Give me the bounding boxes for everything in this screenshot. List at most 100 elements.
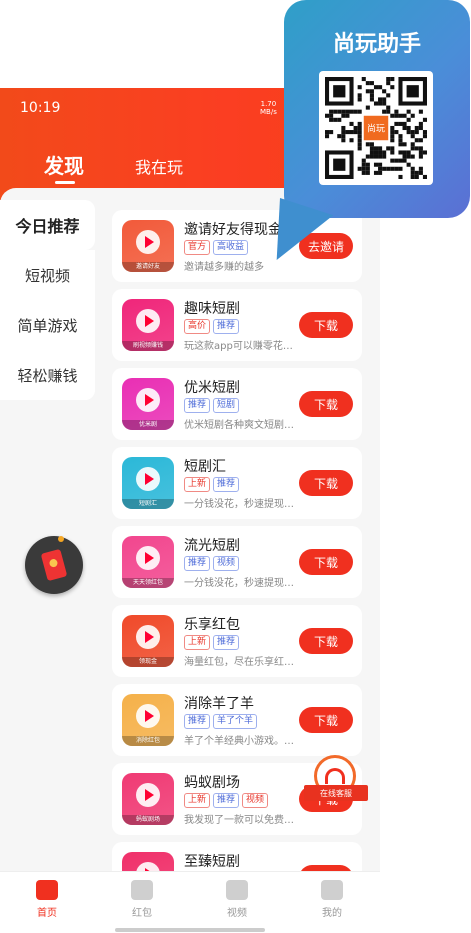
qr-module xyxy=(365,154,370,159)
play-icon xyxy=(136,467,160,491)
app-tag: 推荐 xyxy=(213,477,240,492)
qr-module xyxy=(414,138,419,143)
qr-module xyxy=(353,130,358,135)
qr-module xyxy=(349,138,354,143)
download-button[interactable]: 下载 xyxy=(299,628,353,654)
qr-module xyxy=(410,170,415,175)
app-icon-caption: 短剧汇 xyxy=(122,499,174,509)
qr-module xyxy=(357,130,362,135)
tab-discover[interactable]: 发现 xyxy=(44,150,84,179)
app-card[interactable]: 刷视频赚钱 趣味短剧 高价 推荐 玩这款app可以赚零花… 下载 xyxy=(112,289,362,361)
qr-finder xyxy=(406,85,419,98)
qr-module xyxy=(337,109,342,114)
qr-module xyxy=(365,81,370,86)
qr-module xyxy=(373,170,379,175)
qr-module xyxy=(406,117,411,122)
status-net-speed: 1.70 MB/s xyxy=(260,100,277,116)
qr-module xyxy=(373,150,379,155)
qr-module xyxy=(390,134,395,139)
nav-item-user[interactable]: 我的 xyxy=(302,880,362,919)
qr-module xyxy=(373,101,379,106)
category-easy-earn[interactable]: 轻松赚钱 xyxy=(0,350,95,400)
qr-module xyxy=(386,93,391,98)
qr-module xyxy=(333,109,338,114)
qr-module xyxy=(386,166,391,171)
nav-item-home[interactable]: 首页 xyxy=(17,880,77,919)
app-card[interactable]: 短剧汇 短剧汇 上新 推荐 一分钱没花，秒速提现… 下载 xyxy=(112,447,362,519)
app-icon-caption: 刷视频赚钱 xyxy=(122,341,174,351)
app-icon[interactable]: 消除红包 xyxy=(122,694,174,746)
category-simple-games[interactable]: 简单游戏 xyxy=(0,300,95,350)
nav-item-video[interactable]: 视频 xyxy=(207,880,267,919)
qr-module xyxy=(418,150,423,155)
download-button[interactable]: 下载 xyxy=(299,707,353,733)
qr-module xyxy=(365,142,370,147)
app-icon[interactable]: 刷视频赚钱 xyxy=(122,299,174,351)
qr-module xyxy=(373,85,379,90)
category-group: 短视频 简单游戏 轻松赚钱 xyxy=(0,250,95,400)
qr-module xyxy=(418,166,423,171)
app-icon[interactable]: 邀请好友 xyxy=(122,220,174,272)
qr-module xyxy=(353,125,358,131)
app-card[interactable]: 消除红包 消除羊了羊 推荐 羊了个羊 羊了个羊经典小游戏。… 下载 xyxy=(112,684,362,756)
download-button[interactable]: 下载 xyxy=(299,470,353,496)
floating-red-packet-button[interactable] xyxy=(25,536,83,594)
app-description: 羊了个羊经典小游戏。… xyxy=(184,736,294,747)
qr-module xyxy=(410,134,415,139)
qr-module xyxy=(386,146,391,151)
play-icon xyxy=(136,546,160,570)
qr-module xyxy=(414,125,419,131)
app-card[interactable]: 领现金 乐享红包 上新 推荐 海量红包，尽在乐享红… 下载 xyxy=(112,605,362,677)
app-icon[interactable]: 短剧汇 xyxy=(122,457,174,509)
app-name: 至臻短剧 xyxy=(184,854,240,870)
app-tag: 推荐 xyxy=(213,793,240,808)
app-name: 短剧汇 xyxy=(184,459,226,475)
online-service-badge[interactable]: 在线客服 xyxy=(304,755,368,811)
nav-label: 视频 xyxy=(227,908,247,919)
app-card[interactable]: 天天领红包 流光短剧 推荐 视频 一分钱没花，秒速提现… 下载 xyxy=(112,526,362,598)
qr-module xyxy=(418,154,423,159)
qr-module xyxy=(390,77,395,82)
tab-playing[interactable]: 我在玩 xyxy=(135,154,183,178)
qr-module xyxy=(325,130,330,135)
app-name: 流光短剧 xyxy=(184,538,240,554)
play-icon xyxy=(136,309,160,333)
app-description: 一分钱没花，秒速提现… xyxy=(184,578,294,589)
app-icon[interactable]: 优米剧 xyxy=(122,378,174,430)
app-icon[interactable]: 天天领红包 xyxy=(122,536,174,588)
content-area: 今日推荐 短视频 简单游戏 轻松赚钱 邀请好友 邀请好友得现金 官方 高收益 邀请… xyxy=(0,188,380,914)
app-list: 邀请好友 邀请好友得现金 官方 高收益 邀请越多赚的越多 去邀请 刷视频赚钱 趣味… xyxy=(112,210,362,921)
qr-module xyxy=(402,113,407,118)
qr-module xyxy=(398,166,403,171)
category-short-video[interactable]: 短视频 xyxy=(0,250,95,300)
app-description: 一分钱没花，秒速提现… xyxy=(184,499,294,510)
home-indicator xyxy=(115,928,265,932)
app-icon[interactable]: 领现金 xyxy=(122,615,174,667)
qr-module xyxy=(410,166,415,171)
app-icon[interactable]: 蚂蚁剧场 xyxy=(122,773,174,825)
qr-module xyxy=(373,162,379,167)
app-tags: 官方 高收益 xyxy=(184,240,249,255)
qr-module xyxy=(402,154,407,159)
app-card[interactable]: 优米剧 优米短剧 推荐 短剧 优米短剧各种爽文短剧… 下载 xyxy=(112,368,362,440)
qr-module xyxy=(329,130,334,135)
nav-item-red-packet[interactable]: 红包 xyxy=(112,880,172,919)
app-tag: 上新 xyxy=(184,793,211,808)
qr-module xyxy=(357,142,362,147)
category-sidebar: 今日推荐 短视频 简单游戏 轻松赚钱 xyxy=(0,200,95,400)
app-tag: 推荐 xyxy=(213,319,240,334)
qr-module xyxy=(398,138,403,143)
play-icon xyxy=(136,388,160,412)
download-button[interactable]: 下载 xyxy=(299,312,353,338)
qr-module xyxy=(422,130,427,135)
qr-module xyxy=(341,125,346,131)
qr-finder xyxy=(333,158,346,171)
download-button[interactable]: 下载 xyxy=(299,549,353,575)
qr-module xyxy=(378,85,383,90)
nav-label: 我的 xyxy=(322,908,342,919)
category-today[interactable]: 今日推荐 xyxy=(0,200,95,250)
qr-module xyxy=(369,81,374,86)
qr-module xyxy=(369,146,374,151)
app-icon-caption: 领现金 xyxy=(122,657,174,667)
download-button[interactable]: 下载 xyxy=(299,391,353,417)
